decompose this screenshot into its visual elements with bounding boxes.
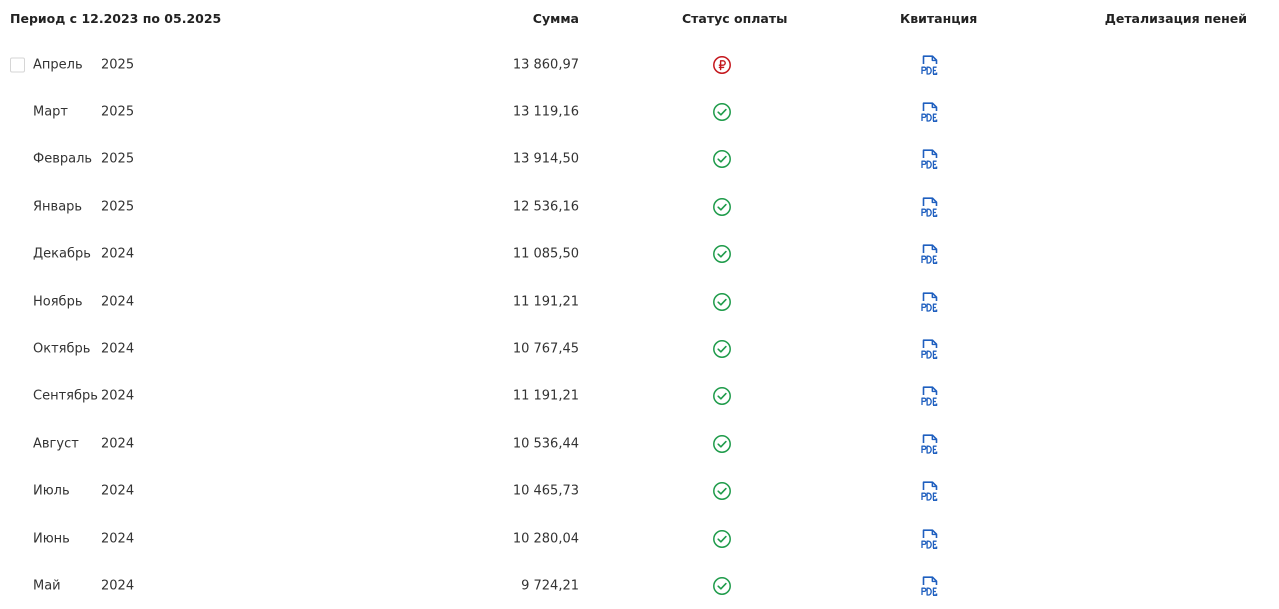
pdf-icon[interactable] bbox=[920, 575, 940, 597]
table-row: Январь 2025 12 536,16 bbox=[0, 183, 1279, 230]
table-row: Март 2025 13 119,16 bbox=[0, 88, 1279, 135]
period-year: 2024 bbox=[101, 531, 135, 546]
pdf-icon[interactable] bbox=[920, 385, 940, 407]
table-row: Сентябрь 2024 11 191,21 bbox=[0, 373, 1279, 420]
period-month: Май bbox=[33, 578, 61, 594]
period-month: Январь bbox=[33, 199, 83, 215]
check-circle-icon bbox=[712, 576, 732, 596]
pdf-icon[interactable] bbox=[920, 433, 940, 455]
amount-value: 10 536,44 bbox=[512, 436, 579, 452]
pdf-icon[interactable] bbox=[920, 54, 940, 76]
pdf-icon[interactable] bbox=[920, 101, 940, 123]
table-header: Период с 12.2023 по 05.2025 Сумма Статус… bbox=[0, 0, 1279, 40]
period-month: Июль bbox=[33, 483, 70, 499]
check-circle-icon bbox=[712, 434, 732, 454]
row-select-checkbox[interactable] bbox=[10, 57, 25, 72]
period-year: 2024 bbox=[101, 436, 135, 452]
period-year: 2025 bbox=[101, 57, 135, 72]
pdf-icon[interactable] bbox=[920, 528, 940, 550]
check-circle-icon bbox=[712, 244, 732, 264]
check-circle-icon bbox=[712, 197, 732, 217]
period-year: 2024 bbox=[101, 483, 135, 499]
table-row: Февраль 2025 13 914,50 bbox=[0, 136, 1279, 183]
table-row: Июнь 2024 10 280,04 bbox=[0, 515, 1279, 562]
amount-value: 9 724,21 bbox=[521, 578, 579, 594]
period-year: 2024 bbox=[101, 388, 135, 404]
period-year: 2024 bbox=[101, 294, 135, 309]
table-row: Ноябрь 2024 11 191,21 bbox=[0, 278, 1279, 325]
header-receipt: Квитанция bbox=[900, 11, 978, 26]
amount-value: 11 085,50 bbox=[512, 246, 579, 262]
amount-value: 13 914,50 bbox=[512, 151, 579, 167]
period-year: 2024 bbox=[101, 246, 135, 262]
period-year: 2024 bbox=[101, 341, 135, 357]
header-status: Статус оплаты bbox=[682, 11, 788, 26]
amount-value: 10 465,73 bbox=[512, 483, 579, 499]
table-row: Июль 2024 10 465,73 bbox=[0, 468, 1279, 515]
amount-value: 10 767,45 bbox=[512, 341, 579, 357]
ruble-circle-icon bbox=[712, 55, 732, 75]
pdf-icon[interactable] bbox=[920, 480, 940, 502]
amount-value: 13 860,97 bbox=[512, 57, 579, 72]
period-month: Сентябрь bbox=[33, 388, 98, 404]
pdf-icon[interactable] bbox=[920, 243, 940, 265]
check-circle-icon bbox=[712, 339, 732, 359]
pdf-icon[interactable] bbox=[920, 291, 940, 313]
period-month: Октябрь bbox=[33, 341, 91, 357]
period-month: Декабрь bbox=[33, 246, 91, 262]
check-circle-icon bbox=[712, 481, 732, 501]
header-penalty-details: Детализация пеней bbox=[1104, 11, 1247, 26]
period-month: Февраль bbox=[33, 151, 93, 167]
check-circle-icon bbox=[712, 529, 732, 549]
period-month: Март bbox=[33, 104, 69, 120]
header-period: Период с 12.2023 по 05.2025 bbox=[10, 11, 222, 26]
amount-value: 12 536,16 bbox=[512, 199, 579, 215]
pdf-icon[interactable] bbox=[920, 196, 940, 218]
amount-value: 11 191,21 bbox=[512, 388, 579, 404]
check-circle-icon bbox=[712, 386, 732, 406]
table-row: Декабрь 2024 11 085,50 bbox=[0, 231, 1279, 278]
check-circle-icon bbox=[712, 292, 732, 312]
pdf-icon[interactable] bbox=[920, 338, 940, 360]
table-row: Апрель 2025 13 860,97 bbox=[0, 41, 1279, 88]
period-month: Апрель bbox=[33, 57, 83, 72]
period-year: 2025 bbox=[101, 151, 135, 167]
period-month: Июнь bbox=[33, 531, 70, 546]
table-row: Май 2024 9 724,21 bbox=[0, 562, 1279, 609]
pdf-icon[interactable] bbox=[920, 148, 940, 170]
period-year: 2025 bbox=[101, 104, 135, 120]
period-month: Ноябрь bbox=[33, 294, 83, 309]
period-month: Август bbox=[33, 436, 79, 452]
header-sum: Сумма bbox=[532, 11, 579, 26]
period-year: 2025 bbox=[101, 199, 135, 215]
check-circle-icon bbox=[712, 149, 732, 169]
amount-value: 13 119,16 bbox=[512, 104, 579, 120]
table-row: Октябрь 2024 10 767,45 bbox=[0, 325, 1279, 372]
period-year: 2024 bbox=[101, 578, 135, 594]
amount-value: 11 191,21 bbox=[512, 294, 579, 309]
table-row: Август 2024 10 536,44 bbox=[0, 420, 1279, 467]
check-circle-icon bbox=[712, 102, 732, 122]
amount-value: 10 280,04 bbox=[512, 531, 579, 546]
